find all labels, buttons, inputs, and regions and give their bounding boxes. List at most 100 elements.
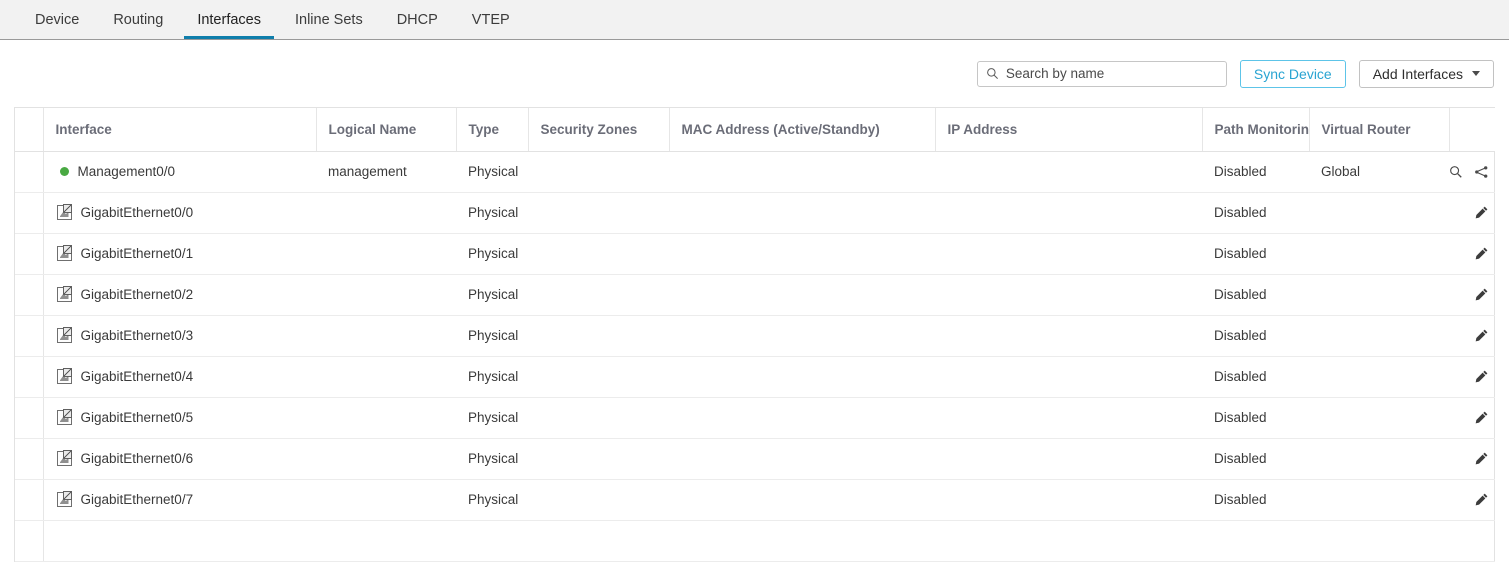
edit-pencil-icon[interactable]: [1474, 246, 1489, 261]
cell-actions: [1449, 479, 1495, 520]
broken-image-icon: [57, 410, 72, 425]
column-header-logical-name[interactable]: Logical Name: [316, 108, 456, 151]
cell-path-monitoring: Disabled: [1202, 315, 1309, 356]
cell-ip-address: [935, 274, 1202, 315]
cell-type: Physical: [456, 397, 528, 438]
cell-ip-address: [935, 356, 1202, 397]
cell-interface: GigabitEthernet0/0: [43, 192, 316, 233]
table-row-partial[interactable]: [15, 520, 1495, 561]
interface-name: GigabitEthernet0/7: [81, 492, 194, 507]
broken-image-icon: [57, 246, 72, 261]
cell-ip-address: [935, 397, 1202, 438]
cell-actions: [1449, 192, 1495, 233]
table-row[interactable]: GigabitEthernet0/4 Physical Disabled: [15, 356, 1495, 397]
cell-ip-address: [935, 315, 1202, 356]
cell-type: Physical: [456, 356, 528, 397]
cell-type: Physical: [456, 233, 528, 274]
row-select-cell[interactable]: [15, 479, 43, 520]
row-select-cell[interactable]: [15, 233, 43, 274]
edit-pencil-icon[interactable]: [1474, 451, 1489, 466]
tab-vtep[interactable]: VTEP: [455, 0, 527, 39]
table-row[interactable]: Management0/0 management Physical Disabl…: [15, 151, 1495, 192]
edit-pencil-icon[interactable]: [1474, 492, 1489, 507]
column-header-actions: [1449, 108, 1495, 151]
cell-type: Physical: [456, 192, 528, 233]
cell-path-monitoring: [1202, 520, 1309, 561]
search-input[interactable]: [1006, 66, 1218, 81]
cell-logical-name: [316, 274, 456, 315]
sync-device-label: Sync Device: [1254, 66, 1332, 82]
table-row[interactable]: GigabitEthernet0/2 Physical Disabled: [15, 274, 1495, 315]
table-row[interactable]: GigabitEthernet0/5 Physical Disabled: [15, 397, 1495, 438]
cell-type: [456, 520, 528, 561]
tab-routing[interactable]: Routing: [96, 0, 180, 39]
table-toolbar: Sync Device Add Interfaces: [0, 40, 1509, 107]
table-row[interactable]: GigabitEthernet0/0 Physical Disabled: [15, 192, 1495, 233]
column-header-select: [15, 108, 43, 151]
cell-actions: [1449, 274, 1495, 315]
table-row[interactable]: GigabitEthernet0/1 Physical Disabled: [15, 233, 1495, 274]
sync-device-button[interactable]: Sync Device: [1240, 60, 1346, 88]
cell-interface: [43, 520, 316, 561]
column-header-ip-address[interactable]: IP Address: [935, 108, 1202, 151]
column-header-path-monitoring[interactable]: Path Monitoring: [1202, 108, 1309, 151]
cell-security-zones: [528, 315, 669, 356]
column-header-security-zones[interactable]: Security Zones: [528, 108, 669, 151]
column-header-type[interactable]: Type: [456, 108, 528, 151]
edit-pencil-icon[interactable]: [1474, 369, 1489, 384]
cell-logical-name: [316, 397, 456, 438]
cell-interface: GigabitEthernet0/3: [43, 315, 316, 356]
interface-name: GigabitEthernet0/0: [81, 205, 194, 220]
cell-virtual-router: [1309, 356, 1449, 397]
row-select-cell[interactable]: [15, 315, 43, 356]
row-select-cell[interactable]: [15, 274, 43, 315]
tab-interfaces[interactable]: Interfaces: [180, 0, 278, 39]
cell-virtual-router: [1309, 233, 1449, 274]
table-row[interactable]: GigabitEthernet0/7 Physical Disabled: [15, 479, 1495, 520]
row-select-cell[interactable]: [15, 151, 43, 192]
cell-interface: GigabitEthernet0/1: [43, 233, 316, 274]
cell-path-monitoring: Disabled: [1202, 192, 1309, 233]
tab-dhcp[interactable]: DHCP: [380, 0, 455, 39]
row-select-cell[interactable]: [15, 192, 43, 233]
cell-path-monitoring: Disabled: [1202, 397, 1309, 438]
interface-name: GigabitEthernet0/2: [81, 287, 194, 302]
edit-pencil-icon[interactable]: [1474, 287, 1489, 302]
tab-device[interactable]: Device: [18, 0, 96, 39]
row-select-cell[interactable]: [15, 356, 43, 397]
column-header-mac-address[interactable]: MAC Address (Active/Standby): [669, 108, 935, 151]
search-icon[interactable]: [1449, 165, 1463, 179]
interface-name: GigabitEthernet0/6: [81, 451, 194, 466]
tab-label: Inline Sets: [295, 12, 363, 28]
search-box[interactable]: [977, 61, 1227, 87]
row-select-cell[interactable]: [15, 397, 43, 438]
row-select-cell[interactable]: [15, 438, 43, 479]
add-interfaces-button[interactable]: Add Interfaces: [1359, 60, 1494, 88]
cell-ip-address: [935, 438, 1202, 479]
cell-path-monitoring: Disabled: [1202, 151, 1309, 192]
search-icon: [986, 67, 999, 80]
cell-logical-name: [316, 233, 456, 274]
tab-bar: Device Routing Interfaces Inline Sets DH…: [0, 0, 1509, 40]
tab-inline-sets[interactable]: Inline Sets: [278, 0, 380, 39]
cell-type: Physical: [456, 315, 528, 356]
column-header-virtual-router[interactable]: Virtual Router: [1309, 108, 1449, 151]
cell-virtual-router: [1309, 438, 1449, 479]
cell-virtual-router: [1309, 315, 1449, 356]
column-header-interface[interactable]: Interface: [43, 108, 316, 151]
cell-path-monitoring: Disabled: [1202, 233, 1309, 274]
share-topology-icon[interactable]: [1474, 165, 1489, 179]
broken-image-icon: [57, 287, 72, 302]
cell-security-zones: [528, 397, 669, 438]
cell-interface: GigabitEthernet0/5: [43, 397, 316, 438]
edit-pencil-icon[interactable]: [1474, 205, 1489, 220]
edit-pencil-icon[interactable]: [1474, 328, 1489, 343]
cell-virtual-router: [1309, 274, 1449, 315]
cell-interface: GigabitEthernet0/4: [43, 356, 316, 397]
table-row[interactable]: GigabitEthernet0/6 Physical Disabled: [15, 438, 1495, 479]
table-row[interactable]: GigabitEthernet0/3 Physical Disabled: [15, 315, 1495, 356]
row-select-cell[interactable]: [15, 520, 43, 561]
edit-pencil-icon[interactable]: [1474, 410, 1489, 425]
cell-security-zones: [528, 274, 669, 315]
cell-logical-name: [316, 192, 456, 233]
